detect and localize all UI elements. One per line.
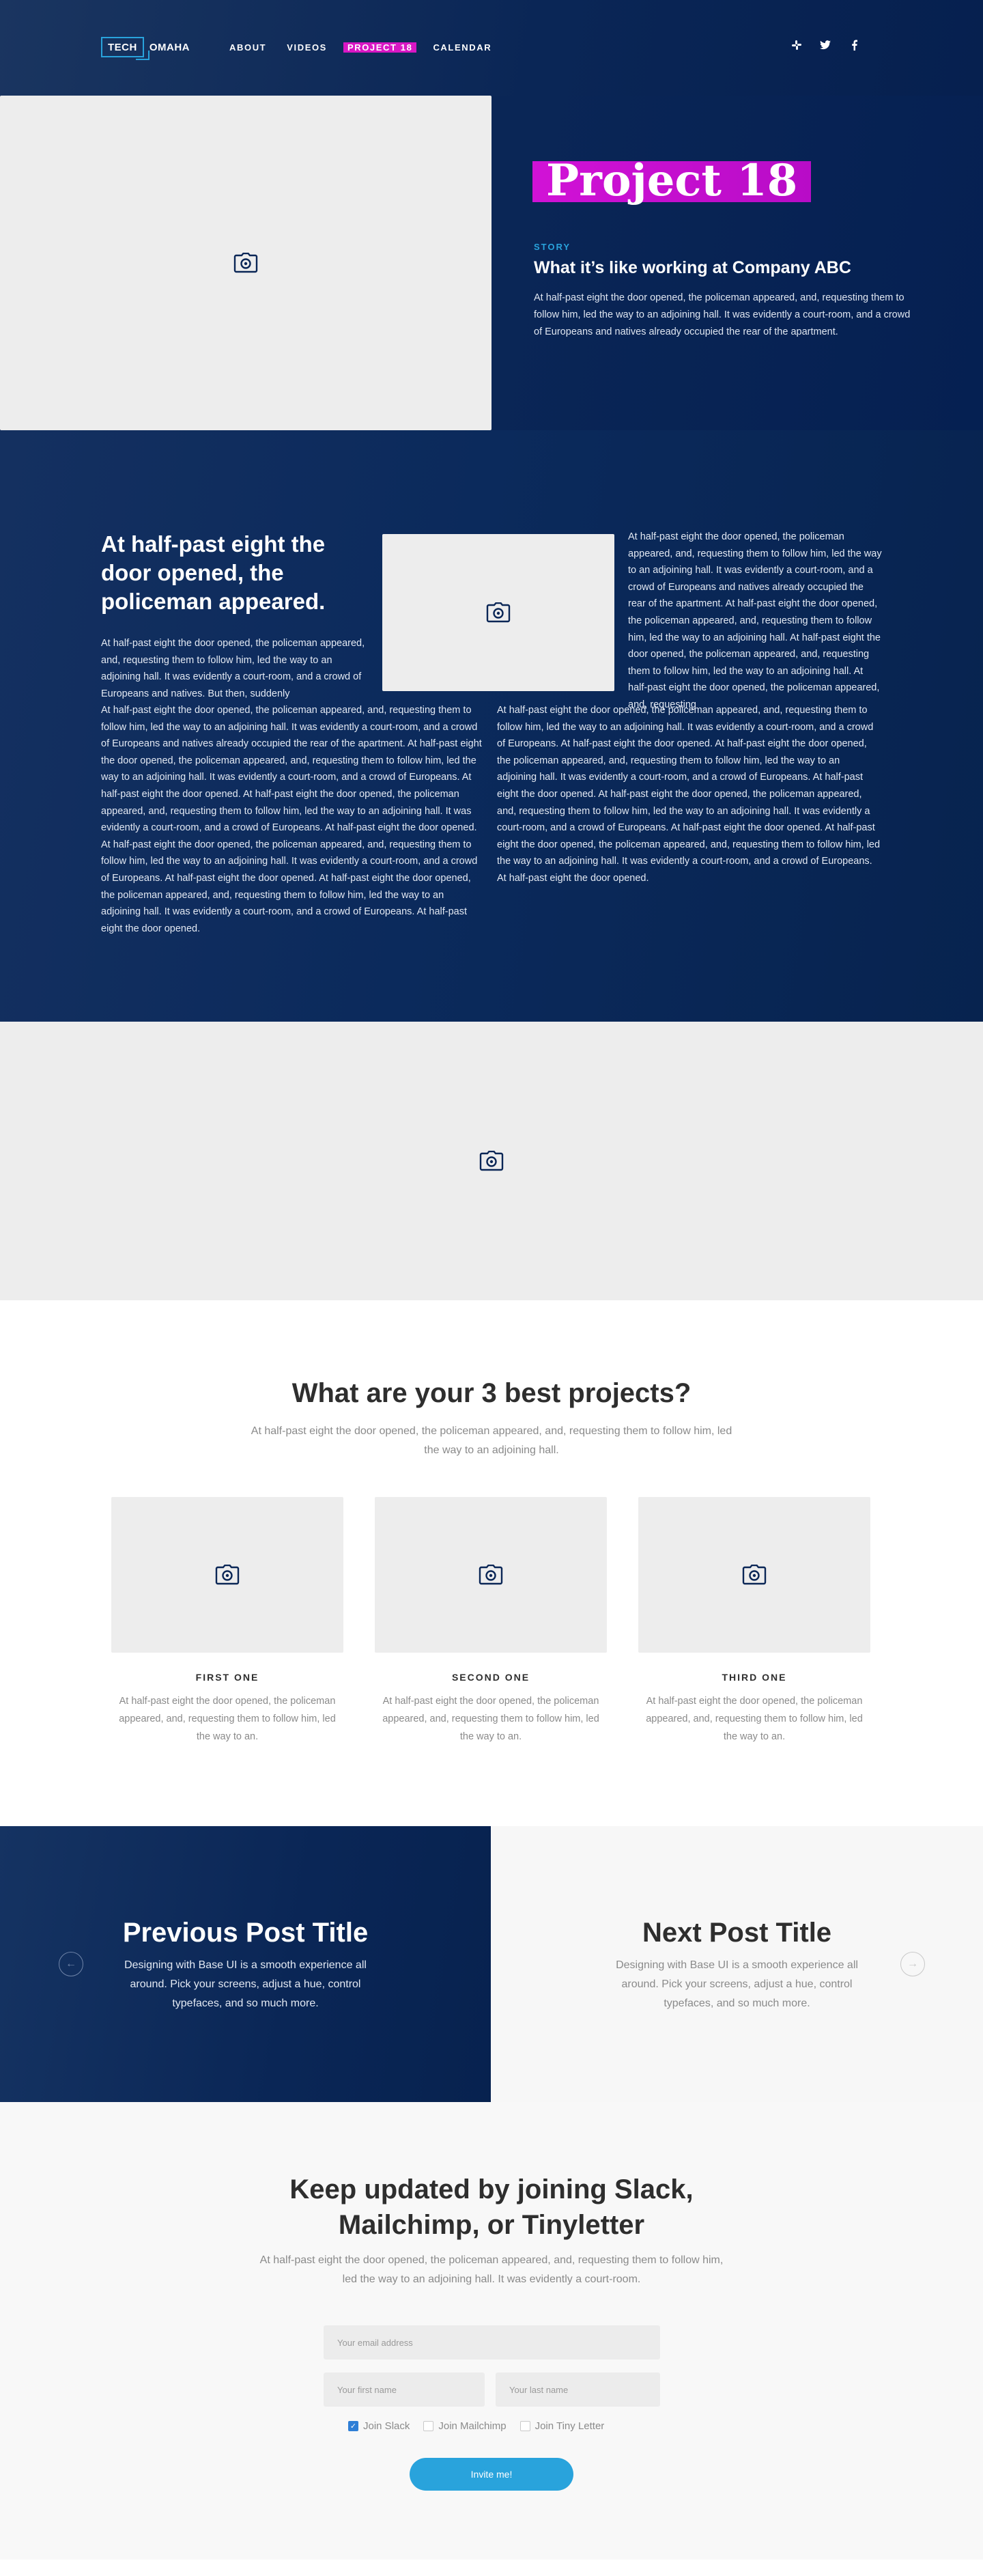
camera-icon (479, 1151, 504, 1171)
card-text: At half-past eight the door opened, the … (382, 1696, 599, 1742)
slack-icon[interactable] (790, 40, 803, 53)
newsletter-text: At half-past eight the door opened, the … (259, 2254, 724, 2285)
join-tinyletter-label: Join Tiny Letter (535, 2420, 605, 2432)
join-slack-label: Join Slack (363, 2420, 410, 2432)
next-post[interactable]: Next Post Title Designing with Base UI i… (491, 1826, 983, 2102)
card-image-placeholder (111, 1497, 343, 1653)
card-image-placeholder (375, 1497, 607, 1653)
facebook-icon[interactable] (848, 40, 860, 53)
card-title: FIRST ONE (195, 1672, 259, 1683)
hero-text: At half-past eight the door opened, the … (534, 292, 911, 337)
main-nav: ABOUT VIDEOS PROJECT 18 CALENDAR (229, 42, 512, 53)
twitter-icon[interactable] (819, 40, 831, 53)
checkbox-icon[interactable] (423, 2421, 434, 2431)
site-header: TECH OMAHA ABOUT VIDEOS PROJECT 18 CALEN… (0, 0, 983, 96)
previous-post[interactable]: ← Previous Post Title Designing with Bas… (0, 1826, 491, 2102)
logo-text-tech: TECH (108, 41, 137, 53)
project-card[interactable]: THIRD ONE At half-past eight the door op… (638, 1497, 870, 1746)
article-column-right: At half-past eight the door opened, the … (497, 705, 881, 884)
invite-button[interactable]: Invite me! (410, 2458, 573, 2491)
card-image-placeholder (638, 1497, 870, 1653)
logo-mark: TECH (101, 37, 149, 60)
project-card[interactable]: FIRST ONE At half-past eight the door op… (111, 1497, 343, 1746)
camera-icon (486, 602, 511, 623)
first-name-field[interactable] (324, 2372, 485, 2407)
project-card[interactable]: SECOND ONE At half-past eight the door o… (375, 1497, 607, 1746)
next-post-text: Designing with Base UI is a smooth exper… (616, 1959, 858, 2009)
email-field[interactable] (324, 2325, 660, 2360)
newsletter-title-line1: Keep updated by joining Slack, (289, 2174, 694, 2204)
camera-icon (215, 1565, 240, 1585)
join-options: ✓ Join Slack Join Mailchimp Join Tiny Le… (348, 2420, 604, 2432)
hero-image-placeholder (0, 96, 492, 430)
hero-title-wrap: Project 18 (532, 159, 812, 203)
newsletter-title-line2: Mailchimp, or Tinyletter (338, 2210, 645, 2240)
article-section: At half-past eight the door opened, the … (0, 430, 983, 1022)
previous-post-text: Designing with Base UI is a smooth exper… (124, 1959, 367, 2009)
nav-calendar[interactable]: CALENDAR (433, 42, 492, 53)
hero-eyebrow: STORY (534, 242, 571, 252)
hero-subtitle: What it’s like working at Company ABC (534, 258, 851, 277)
nav-project-18[interactable]: PROJECT 18 (343, 42, 417, 53)
arrow-right-icon[interactable]: → (900, 1952, 925, 1976)
hero-section: Project 18 STORY What it’s like working … (0, 96, 983, 430)
article-column-left: At half-past eight the door opened, the … (101, 705, 482, 934)
project-cards: FIRST ONE At half-past eight the door op… (111, 1497, 870, 1746)
projects-title: What are your 3 best projects? (291, 1378, 692, 1408)
logo-text-omaha: OMAHA (149, 41, 190, 53)
checkbox-icon[interactable] (519, 2421, 530, 2431)
card-text: At half-past eight the door opened, the … (646, 1696, 863, 1742)
projects-subtitle: At half-past eight the door opened, the … (251, 1425, 732, 1456)
join-mailchimp-label: Join Mailchimp (438, 2420, 507, 2432)
nav-videos[interactable]: VIDEOS (287, 42, 327, 53)
nav-about[interactable]: ABOUT (229, 42, 266, 53)
social-links (790, 40, 860, 53)
last-name-field[interactable] (496, 2372, 660, 2407)
join-tinyletter-option[interactable]: Join Tiny Letter (519, 2420, 605, 2432)
previous-post-title[interactable]: Previous Post Title (0, 1918, 491, 1948)
article-text-left: At half-past eight the door opened, the … (101, 638, 365, 699)
post-navigation: ← Previous Post Title Designing with Bas… (0, 1826, 983, 2102)
article-heading: At half-past eight the door opened, the … (101, 531, 326, 614)
newsletter-title: Keep updated by joining Slack, Mailchimp… (0, 2172, 983, 2243)
camera-icon (233, 253, 258, 273)
wide-image-placeholder (0, 1022, 983, 1300)
arrow-left-icon[interactable]: ← (59, 1952, 83, 1976)
page-title: Project 18 (532, 159, 812, 203)
camera-icon (742, 1565, 767, 1585)
logo[interactable]: TECH OMAHA (101, 37, 190, 60)
newsletter-section: Keep updated by joining Slack, Mailchimp… (0, 2102, 983, 2560)
article-image-placeholder (382, 534, 614, 691)
projects-section: What are your 3 best projects? At half-p… (0, 1300, 983, 1826)
card-text: At half-past eight the door opened, the … (119, 1696, 336, 1742)
article-text-right: At half-past eight the door opened, the … (628, 531, 882, 710)
join-mailchimp-option[interactable]: Join Mailchimp (423, 2420, 507, 2432)
card-title: THIRD ONE (722, 1672, 787, 1683)
camera-icon (479, 1565, 503, 1585)
checkbox-checked-icon[interactable]: ✓ (348, 2421, 358, 2431)
join-slack-option[interactable]: ✓ Join Slack (348, 2420, 410, 2432)
next-post-title[interactable]: Next Post Title (491, 1918, 983, 1948)
card-title: SECOND ONE (451, 1672, 530, 1683)
